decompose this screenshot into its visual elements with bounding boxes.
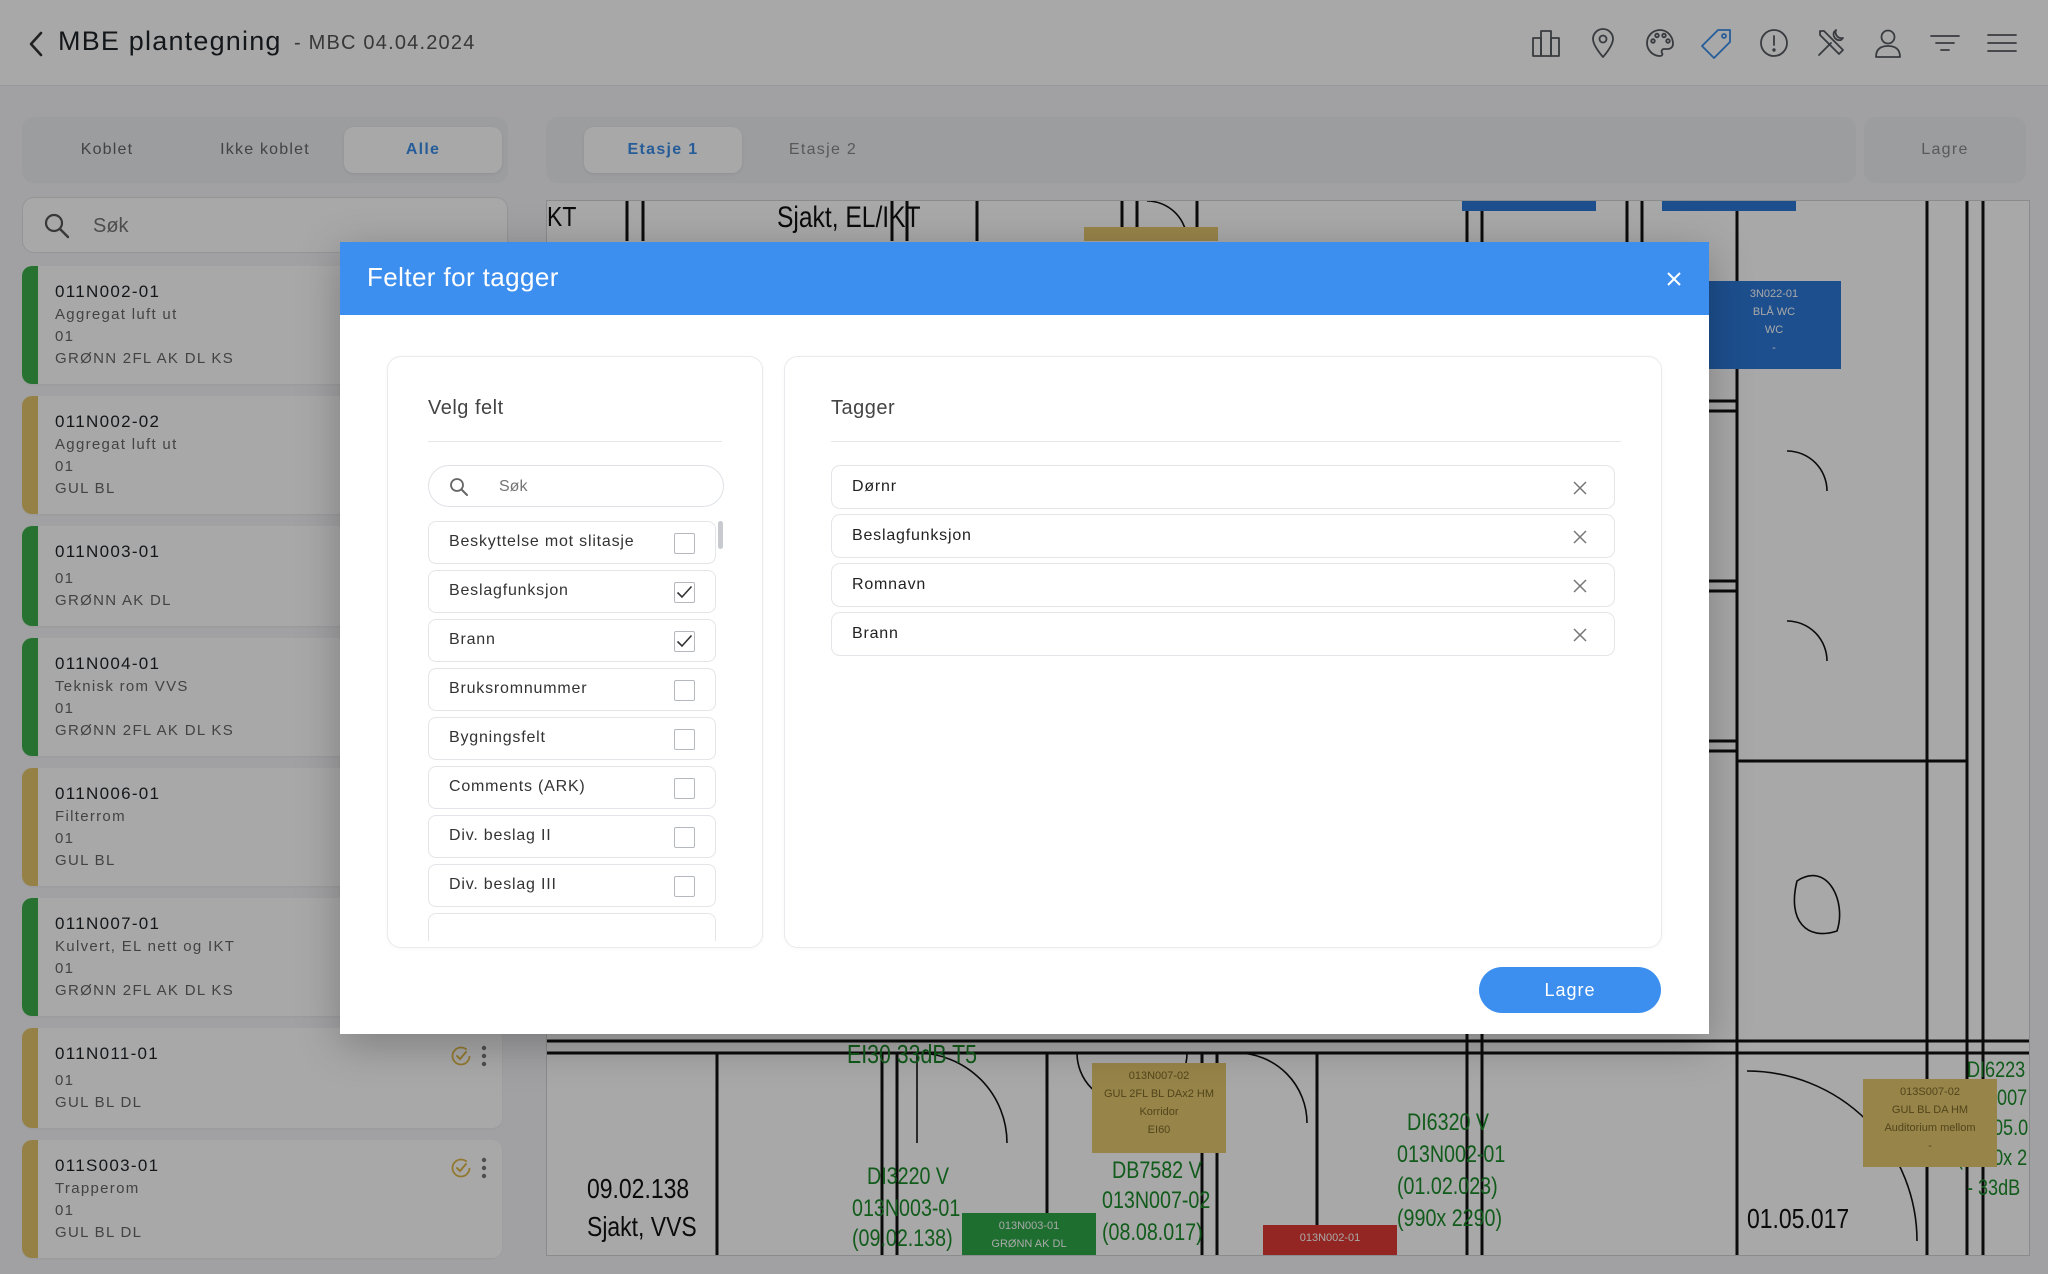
tag-fields-modal: Felter for tagger Velg felt Beskyttelse … xyxy=(340,242,1709,1034)
remove-tag-button[interactable] xyxy=(1570,478,1590,498)
divider xyxy=(428,441,722,442)
checkmark-icon xyxy=(676,585,693,599)
divider xyxy=(831,441,1621,442)
selected-tag-label: Dørnr xyxy=(852,478,897,495)
close-icon xyxy=(1667,272,1681,286)
selected-tags-panel: Tagger Dørnr Beslagfunksjon Romnavn Bran… xyxy=(784,356,1662,948)
field-list: Beskyttelse mot slitasje Beslagfunksjon … xyxy=(428,521,716,941)
close-icon xyxy=(1573,481,1587,495)
field-item-partial[interactable] xyxy=(428,913,716,941)
field-label: Brann xyxy=(449,631,496,648)
selected-tag-label: Brann xyxy=(852,625,899,642)
modal-close-button[interactable] xyxy=(1659,264,1689,294)
selected-tag[interactable]: Dørnr xyxy=(831,465,1615,509)
field-search-input[interactable] xyxy=(499,474,699,500)
selected-tag-label: Romnavn xyxy=(852,576,927,593)
field-item[interactable]: Beslagfunksjon xyxy=(428,570,716,613)
field-checkbox[interactable] xyxy=(674,582,695,603)
selected-tag-label: Beslagfunksjon xyxy=(852,527,972,544)
field-label: Bruksromnummer xyxy=(449,680,588,697)
remove-tag-button[interactable] xyxy=(1570,527,1590,547)
field-label: Comments (ARK) xyxy=(449,778,586,795)
field-checkbox[interactable] xyxy=(674,778,695,799)
field-checkbox[interactable] xyxy=(674,533,695,554)
field-item[interactable]: Bygningsfelt xyxy=(428,717,716,760)
modal-header: Felter for tagger xyxy=(340,242,1709,315)
field-picker-title: Velg felt xyxy=(428,397,504,419)
close-icon xyxy=(1573,579,1587,593)
field-item[interactable]: Bruksromnummer xyxy=(428,668,716,711)
close-icon xyxy=(1573,530,1587,544)
field-picker-panel: Velg felt Beskyttelse mot slitasje Besla… xyxy=(387,356,763,948)
field-item[interactable]: Div. beslag II xyxy=(428,815,716,858)
field-checkbox[interactable] xyxy=(674,680,695,701)
modal-title: Felter for tagger xyxy=(367,262,559,292)
field-label: Beskyttelse mot slitasje xyxy=(449,533,635,550)
selected-tag[interactable]: Romnavn xyxy=(831,563,1615,607)
close-icon xyxy=(1573,628,1587,642)
selected-tags-title: Tagger xyxy=(831,397,896,419)
search-icon xyxy=(450,478,468,496)
field-item[interactable]: Div. beslag III xyxy=(428,864,716,907)
field-label: Div. beslag II xyxy=(449,827,552,844)
selected-tag-list: Dørnr Beslagfunksjon Romnavn Brann xyxy=(831,465,1615,661)
remove-tag-button[interactable] xyxy=(1570,576,1590,596)
field-checkbox[interactable] xyxy=(674,827,695,848)
field-item[interactable]: Comments (ARK) xyxy=(428,766,716,809)
field-checkbox[interactable] xyxy=(674,729,695,750)
remove-tag-button[interactable] xyxy=(1570,625,1590,645)
field-item[interactable]: Brann xyxy=(428,619,716,662)
selected-tag[interactable]: Brann xyxy=(831,612,1615,656)
field-label: Bygningsfelt xyxy=(449,729,546,746)
checkmark-icon xyxy=(676,634,693,648)
field-label: Beslagfunksjon xyxy=(449,582,569,599)
selected-tag[interactable]: Beslagfunksjon xyxy=(831,514,1615,558)
field-checkbox[interactable] xyxy=(674,876,695,897)
modal-save-button[interactable]: Lagre xyxy=(1479,967,1661,1013)
field-item[interactable]: Beskyttelse mot slitasje xyxy=(428,521,716,564)
field-list-scrollbar[interactable] xyxy=(718,521,723,549)
field-search xyxy=(428,465,724,507)
field-label: Div. beslag III xyxy=(449,876,557,893)
field-checkbox[interactable] xyxy=(674,631,695,652)
